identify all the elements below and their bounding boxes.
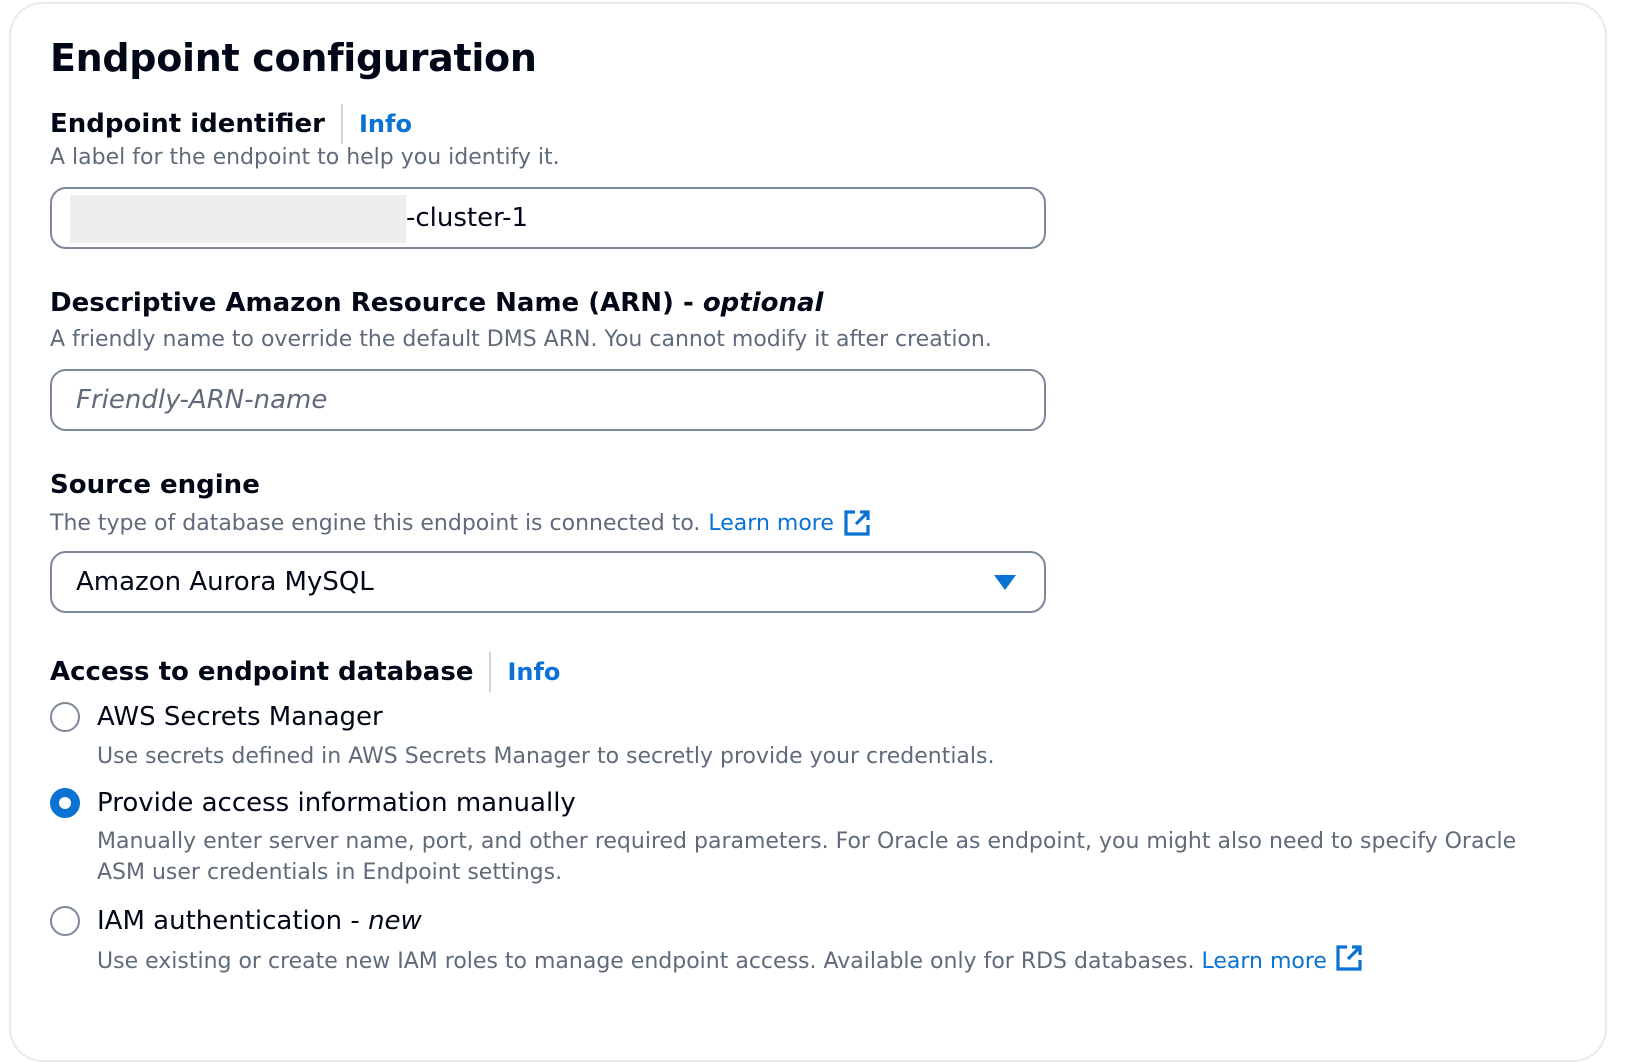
source-engine-selected-value: Amazon Aurora MySQL [76, 567, 374, 597]
arn-label-text: Descriptive Amazon Resource Name (ARN) - [50, 288, 703, 318]
access-label: Access to endpoint database [50, 657, 474, 687]
radio-description: Manually enter server name, port, and ot… [97, 829, 1517, 885]
radio-description-row: Use existing or create new IAM roles to … [97, 944, 1557, 977]
external-link-icon[interactable] [843, 509, 871, 537]
radio-button-unchecked[interactable] [50, 906, 80, 936]
external-link-icon[interactable] [1335, 944, 1363, 972]
endpoint-identifier-value: -cluster-1 [406, 203, 529, 233]
radio-provide-access-manually[interactable]: Provide access information manually [50, 788, 576, 818]
info-divider [489, 652, 492, 692]
access-label-row: Access to endpoint database Info [50, 652, 560, 692]
arn-optional-text: optional [702, 288, 824, 318]
endpoint-identifier-description: A label for the endpoint to help you ide… [50, 145, 560, 170]
arn-description: A friendly name to override the default … [50, 327, 992, 352]
endpoint-identifier-label: Endpoint identifier [50, 109, 325, 139]
radio-iam-authentication[interactable]: IAM authentication - new [50, 906, 422, 936]
section-title: Endpoint configuration [50, 36, 537, 80]
arn-label: Descriptive Amazon Resource Name (ARN) -… [50, 288, 823, 318]
radio-description: Use secrets defined in AWS Secrets Manag… [97, 744, 995, 769]
iam-label-text: IAM authentication - [97, 906, 369, 936]
iam-learn-more-link[interactable]: Learn more [1201, 949, 1326, 974]
radio-description: Use existing or create new IAM roles to … [97, 949, 1195, 974]
source-engine-description-row: The type of database engine this endpoin… [50, 509, 871, 537]
access-info-link[interactable]: Info [507, 658, 560, 686]
radio-label: Provide access information manually [97, 788, 576, 818]
new-badge-text: new [368, 906, 422, 936]
source-engine-label-row: Source engine [50, 470, 260, 500]
caret-down-icon [994, 575, 1016, 590]
source-engine-learn-more-link[interactable]: Learn more [708, 511, 833, 536]
radio-button-unchecked[interactable] [50, 702, 80, 732]
source-engine-description: The type of database engine this endpoin… [50, 510, 701, 536]
arn-field[interactable] [50, 369, 1046, 431]
arn-input[interactable] [52, 371, 1044, 429]
radio-label: IAM authentication - new [97, 906, 422, 936]
endpoint-identifier-label-row: Endpoint identifier Info [50, 104, 412, 144]
radio-button-checked[interactable] [50, 788, 80, 818]
source-engine-select[interactable]: Amazon Aurora MySQL [50, 551, 1046, 613]
radio-label: AWS Secrets Manager [97, 702, 383, 732]
endpoint-identifier-info-link[interactable]: Info [359, 110, 412, 138]
endpoint-identifier-input[interactable]: -cluster-1 [50, 187, 1046, 249]
info-divider [341, 104, 343, 144]
source-engine-label: Source engine [50, 470, 260, 500]
arn-label-row: Descriptive Amazon Resource Name (ARN) -… [50, 288, 823, 318]
redacted-text [70, 195, 406, 243]
radio-aws-secrets-manager[interactable]: AWS Secrets Manager [50, 702, 383, 732]
